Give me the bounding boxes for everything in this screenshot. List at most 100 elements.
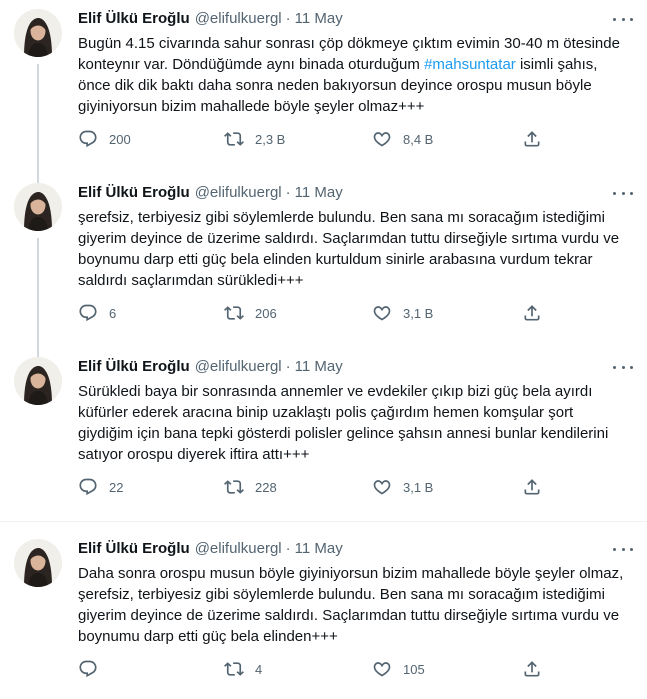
tweet-text: şerefsiz, terbiyesiz gibi söylemlerde bu…: [78, 207, 627, 291]
speech-bubble-icon: [78, 303, 98, 323]
retweet-arrows-icon: [224, 659, 244, 679]
tweet-header: Elif Ülkü Eroğlu @elifulkuergl · 11 May: [78, 539, 627, 561]
like-count: 3,1 B: [403, 305, 434, 321]
retweet-arrows-icon: [224, 129, 244, 149]
retweet-count: 206: [255, 305, 277, 321]
share-upload-icon: [522, 659, 542, 679]
author-name[interactable]: Elif Ülkü Eroğlu: [78, 357, 190, 377]
tweet-text-part: şerefsiz, terbiyesiz gibi söylemlerde bu…: [78, 209, 620, 289]
avatar-column: [14, 183, 70, 348]
tweet[interactable]: Elif Ülkü Eroğlu @elifulkuergl · 11 May …: [0, 0, 647, 184]
tweet-header: Elif Ülkü Eroğlu @elifulkuergl · 11 May: [78, 183, 627, 205]
tweet-actions: 6 206 3,1 B: [78, 291, 627, 335]
tweet-header: Elif Ülkü Eroğlu @elifulkuergl · 11 May: [78, 357, 627, 379]
reply-count: 200: [109, 131, 131, 147]
tweet-text: Bugün 4.15 civarında sahur sonrası çöp d…: [78, 33, 627, 117]
retweet-count: 228: [255, 479, 277, 495]
heart-outline-icon: [372, 303, 392, 323]
tweet[interactable]: Elif Ülkü Eroğlu @elifulkuergl · 11 May …: [0, 522, 647, 698]
speech-bubble-icon: [78, 659, 98, 679]
share-button[interactable]: [522, 129, 542, 149]
avatar[interactable]: [14, 9, 62, 57]
tweet[interactable]: Elif Ülkü Eroğlu @elifulkuergl · 11 May …: [0, 174, 647, 358]
retweet-button[interactable]: 228: [224, 477, 372, 497]
author-name[interactable]: Elif Ülkü Eroğlu: [78, 183, 190, 203]
avatar-photo: [14, 539, 62, 587]
avatar[interactable]: [14, 183, 62, 231]
retweet-button[interactable]: 2,3 B: [224, 129, 372, 149]
tweet-header: Elif Ülkü Eroğlu @elifulkuergl · 11 May: [78, 9, 627, 31]
like-count: 105: [403, 661, 425, 677]
author-handle[interactable]: @elifulkuergl: [195, 539, 282, 559]
author-name[interactable]: Elif Ülkü Eroğlu: [78, 9, 190, 29]
retweet-count: 4: [255, 661, 263, 677]
tweet-body: Elif Ülkü Eroğlu @elifulkuergl · 11 May …: [70, 183, 633, 348]
reply-button[interactable]: 6: [78, 303, 224, 323]
reply-button[interactable]: 200: [78, 129, 224, 149]
tweet-actions: 4 105: [78, 647, 627, 691]
tweet[interactable]: Elif Ülkü Eroğlu @elifulkuergl · 11 May …: [0, 348, 647, 522]
reply-count: 22: [109, 479, 124, 495]
ellipsis-icon[interactable]: [613, 542, 633, 556]
retweet-button[interactable]: 206: [224, 303, 372, 323]
avatar-photo: [14, 183, 62, 231]
tweet-body: Elif Ülkü Eroğlu @elifulkuergl · 11 May …: [70, 357, 633, 521]
hashtag-link[interactable]: #mahsuntatar: [424, 56, 516, 73]
author-name[interactable]: Elif Ülkü Eroğlu: [78, 539, 190, 559]
separator-dot: ·: [285, 540, 291, 557]
like-button[interactable]: 3,1 B: [372, 303, 522, 323]
avatar-photo: [14, 357, 62, 405]
share-button[interactable]: [522, 477, 542, 497]
separator-dot: ·: [285, 184, 291, 201]
avatar-column: [14, 357, 70, 521]
share-button[interactable]: [522, 659, 542, 679]
share-upload-icon: [522, 477, 542, 497]
ellipsis-icon[interactable]: [613, 360, 633, 374]
retweet-arrows-icon: [224, 477, 244, 497]
reply-count: 6: [109, 305, 117, 321]
tweet-text-part: Sürükledi baya bir sonrasında annemler v…: [78, 383, 609, 463]
tweet-date[interactable]: 11 May: [295, 539, 343, 559]
tweet-actions: 22 228 3,1 B: [78, 465, 627, 509]
retweet-count: 2,3 B: [255, 131, 286, 147]
speech-bubble-icon: [78, 477, 98, 497]
like-count: 3,1 B: [403, 479, 434, 495]
like-button[interactable]: 105: [372, 659, 522, 679]
author-handle[interactable]: @elifulkuergl: [195, 9, 282, 29]
retweet-arrows-icon: [224, 303, 244, 323]
avatar-column: [14, 539, 70, 698]
tweet-actions: 200 2,3 B 8,4 B: [78, 117, 627, 161]
ellipsis-icon[interactable]: [613, 12, 633, 26]
avatar-photo: [14, 9, 62, 57]
speech-bubble-icon: [78, 129, 98, 149]
avatar[interactable]: [14, 539, 62, 587]
tweet-text-part: Daha sonra orospu musun böyle giyiniyors…: [78, 565, 624, 645]
tweet-body: Elif Ülkü Eroğlu @elifulkuergl · 11 May …: [70, 9, 633, 174]
separator-dot: ·: [285, 358, 291, 375]
tweet-date[interactable]: 11 May: [295, 357, 343, 377]
share-button[interactable]: [522, 303, 542, 323]
share-upload-icon: [522, 129, 542, 149]
ellipsis-icon[interactable]: [613, 186, 633, 200]
avatar[interactable]: [14, 357, 62, 405]
share-upload-icon: [522, 303, 542, 323]
retweet-button[interactable]: 4: [224, 659, 372, 679]
heart-outline-icon: [372, 129, 392, 149]
like-count: 8,4 B: [403, 131, 434, 147]
like-button[interactable]: 3,1 B: [372, 477, 522, 497]
tweet-body: Elif Ülkü Eroğlu @elifulkuergl · 11 May …: [70, 539, 633, 698]
tweet-thread: Elif Ülkü Eroğlu @elifulkuergl · 11 May …: [0, 0, 647, 698]
heart-outline-icon: [372, 659, 392, 679]
author-handle[interactable]: @elifulkuergl: [195, 357, 282, 377]
tweet-text: Daha sonra orospu musun böyle giyiniyors…: [78, 563, 627, 647]
author-handle[interactable]: @elifulkuergl: [195, 183, 282, 203]
reply-button[interactable]: [78, 659, 224, 679]
tweet-date[interactable]: 11 May: [295, 9, 343, 29]
separator-dot: ·: [285, 10, 291, 27]
reply-button[interactable]: 22: [78, 477, 224, 497]
tweet-date[interactable]: 11 May: [295, 183, 343, 203]
avatar-column: [14, 9, 70, 174]
like-button[interactable]: 8,4 B: [372, 129, 522, 149]
tweet-text: Sürükledi baya bir sonrasında annemler v…: [78, 381, 627, 465]
heart-outline-icon: [372, 477, 392, 497]
